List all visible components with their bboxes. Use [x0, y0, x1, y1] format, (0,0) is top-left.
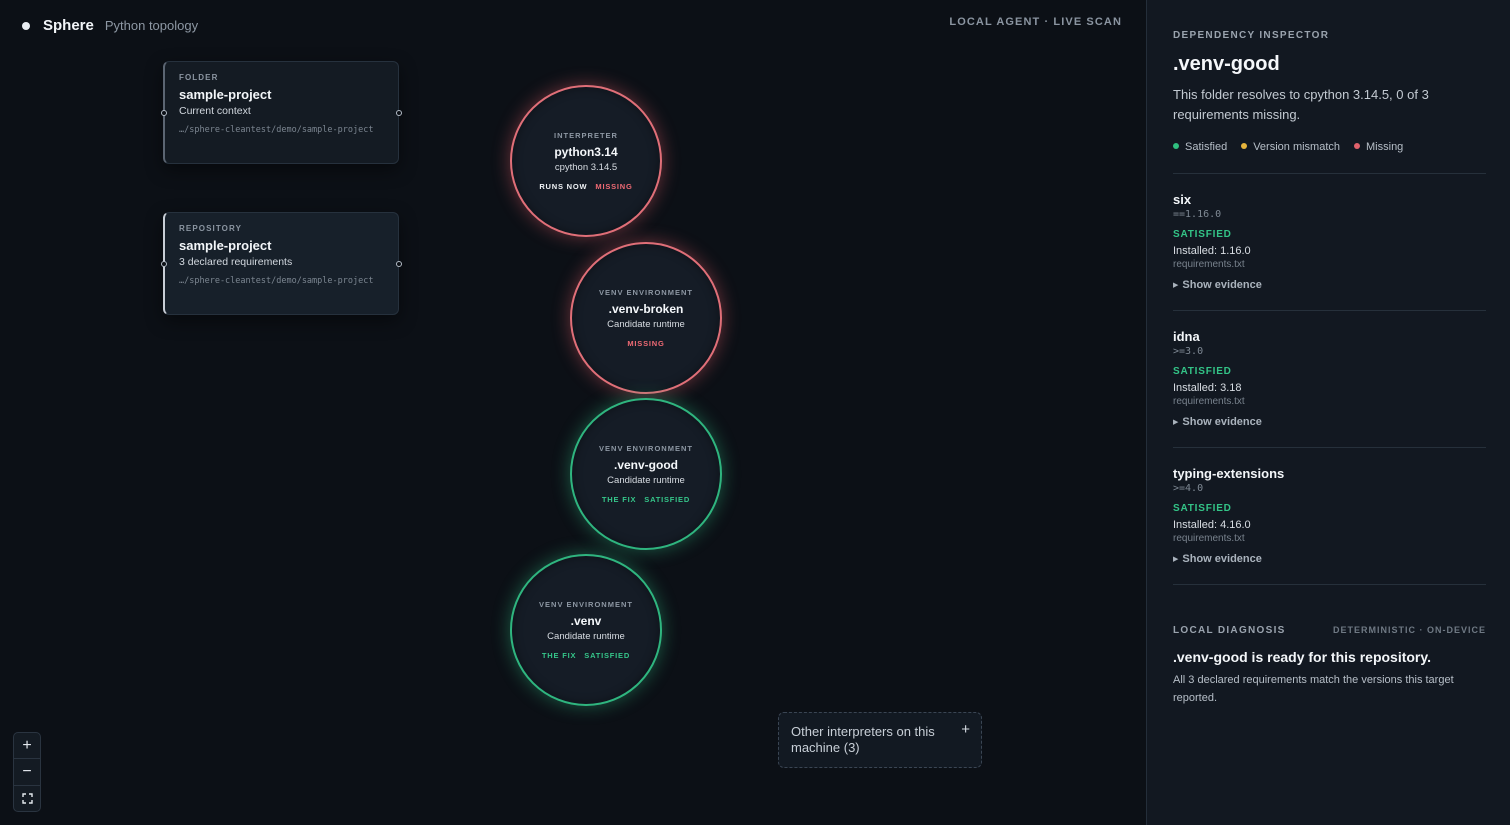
requirement-item: typing-extensions >=4.0 SATISFIED Instal… — [1173, 448, 1486, 585]
node-kicker: VENV ENVIRONMENT — [539, 600, 633, 609]
legend-missing: Missing — [1354, 141, 1403, 153]
diagnosis-title: .venv-good is ready for this repository. — [1173, 649, 1432, 665]
port-in[interactable] — [161, 261, 167, 267]
app-subtitle: Python topology — [104, 18, 199, 33]
show-evidence-toggle[interactable]: ▶ Show evidence — [1173, 416, 1486, 428]
card-title: sample-project — [179, 87, 272, 102]
node-title: .venv-good — [613, 458, 678, 472]
requirement-name: six — [1173, 192, 1192, 207]
legend-satisfied: Satisfied — [1173, 141, 1227, 153]
card-subtitle: 3 declared requirements — [179, 256, 293, 268]
app-name: Sphere — [43, 17, 94, 34]
inspector-title: .venv-good — [1173, 53, 1280, 75]
requirement-spec: >=4.0 — [1173, 483, 1204, 494]
other-interpreters-panel[interactable]: Other interpreters on this machine (3) + — [778, 712, 982, 768]
node-subtitle: Candidate runtime — [547, 631, 625, 642]
repository-card[interactable]: REPOSITORY sample-project 3 declared req… — [161, 212, 402, 315]
node-interpreter[interactable]: INTERPRETER python3.14 cpython 3.14.5 RU… — [510, 85, 662, 237]
node-kicker: VENV ENVIRONMENT — [599, 288, 693, 297]
other-interpreters-label: Other interpreters on this machine (3) — [791, 724, 935, 755]
requirement-spec: >=3.0 — [1173, 346, 1204, 357]
expand-plus-icon[interactable]: + — [961, 721, 970, 738]
diagnosis-meta: DETERMINISTIC · ON-DEVICE — [1332, 625, 1486, 635]
zoom-out-button[interactable]: − — [14, 759, 40, 786]
node-tag-the-fix: THE FIX — [541, 651, 577, 660]
agent-status: LOCAL AGENT · LIVE SCAN — [949, 16, 1122, 28]
caret-right-icon: ▶ — [1173, 556, 1179, 563]
diagnosis-kicker: LOCAL DIAGNOSIS — [1173, 625, 1286, 636]
node-tag-the-fix: THE FIX — [601, 495, 637, 504]
diagnosis-text: All 3 declared requirements match the ve… — [1173, 674, 1454, 704]
node-venv-good[interactable]: VENV ENVIRONMENT .venv-good Candidate ru… — [570, 398, 722, 550]
requirement-source: requirements.txt — [1173, 533, 1245, 544]
card-kicker: FOLDER — [179, 73, 219, 82]
requirement-item: six ==1.16.0 SATISFIED Installed: 1.16.0… — [1173, 174, 1486, 311]
fit-view-icon — [21, 793, 33, 804]
legend-version-mismatch: Version mismatch — [1241, 141, 1340, 153]
node-subtitle: Candidate runtime — [607, 475, 685, 486]
card-subtitle: Current context — [179, 105, 251, 117]
card-kicker: REPOSITORY — [179, 224, 243, 233]
requirement-item: idna >=3.0 SATISFIED Installed: 3.18 req… — [1173, 311, 1486, 448]
node-venv[interactable]: VENV ENVIRONMENT .venv Candidate runtime… — [510, 554, 662, 706]
satisfied-dot-icon — [1173, 143, 1179, 149]
show-evidence-toggle[interactable]: ▶ Show evidence — [1173, 279, 1486, 291]
requirement-source: requirements.txt — [1173, 396, 1245, 407]
mismatch-dot-icon — [1241, 143, 1248, 149]
node-subtitle: cpython 3.14.5 — [554, 162, 618, 173]
requirement-status-badge: SATISFIED — [1173, 229, 1232, 240]
requirement-status-badge: SATISFIED — [1173, 366, 1232, 377]
topology-canvas[interactable]: Sphere Python topology LOCAL AGENT · LIV… — [0, 0, 1146, 825]
local-diagnosis: LOCAL DIAGNOSIS DETERMINISTIC · ON-DEVIC… — [1173, 625, 1486, 707]
node-title: python3.14 — [554, 145, 618, 159]
node-status-badge: MISSING — [595, 182, 633, 191]
node-status-badge: MISSING — [627, 339, 665, 348]
caret-right-icon: ▶ — [1173, 282, 1179, 289]
card-title: sample-project — [179, 238, 272, 253]
installed-version: Installed: 3.18 — [1173, 382, 1242, 394]
status-legend: Satisfied Version mismatch Missing — [1173, 141, 1484, 153]
card-path: …/sphere-cleantest/demo/sample-project — [179, 276, 374, 286]
node-status-badge: SATISFIED — [644, 495, 691, 504]
card-path: …/sphere-cleantest/demo/sample-project — [179, 125, 374, 135]
caret-right-icon: ▶ — [1173, 419, 1179, 426]
installed-version: Installed: 4.16.0 — [1173, 519, 1251, 531]
node-title: .venv — [570, 614, 602, 628]
folder-card[interactable]: FOLDER sample-project Current context …/… — [161, 61, 402, 164]
requirement-name: idna — [1173, 329, 1200, 344]
inspector-description: This folder resolves to cpython 3.14.5, … — [1173, 87, 1429, 122]
brand-dot-icon — [22, 21, 30, 30]
port-in[interactable] — [161, 110, 167, 116]
node-kicker: VENV ENVIRONMENT — [599, 444, 693, 453]
dependency-inspector: DEPENDENCY INSPECTOR .venv-good This fol… — [1146, 0, 1510, 825]
node-title: .venv-broken — [608, 302, 684, 316]
node-venv-broken[interactable]: VENV ENVIRONMENT .venv-broken Candidate … — [570, 242, 722, 394]
node-status-badge: SATISFIED — [584, 651, 631, 660]
port-out[interactable] — [396, 110, 402, 116]
installed-version: Installed: 1.16.0 — [1173, 245, 1251, 257]
port-out[interactable] — [396, 261, 402, 267]
brand: Sphere Python topology — [22, 17, 198, 34]
zoom-in-button[interactable]: + — [14, 733, 40, 760]
missing-dot-icon — [1354, 143, 1361, 149]
node-subtitle: Candidate runtime — [607, 319, 685, 330]
show-evidence-toggle[interactable]: ▶ Show evidence — [1173, 553, 1486, 565]
requirement-source: requirements.txt — [1173, 259, 1245, 270]
requirement-status-badge: SATISFIED — [1173, 503, 1232, 514]
node-kicker: INTERPRETER — [554, 131, 618, 140]
fit-view-button[interactable] — [14, 786, 40, 811]
requirement-name: typing-extensions — [1173, 466, 1285, 481]
zoom-controls: + − — [13, 732, 41, 812]
inspector-kicker: DEPENDENCY INSPECTOR — [1173, 30, 1330, 41]
node-tag-runs-now: RUNS NOW — [539, 182, 588, 191]
requirement-spec: ==1.16.0 — [1173, 209, 1222, 220]
